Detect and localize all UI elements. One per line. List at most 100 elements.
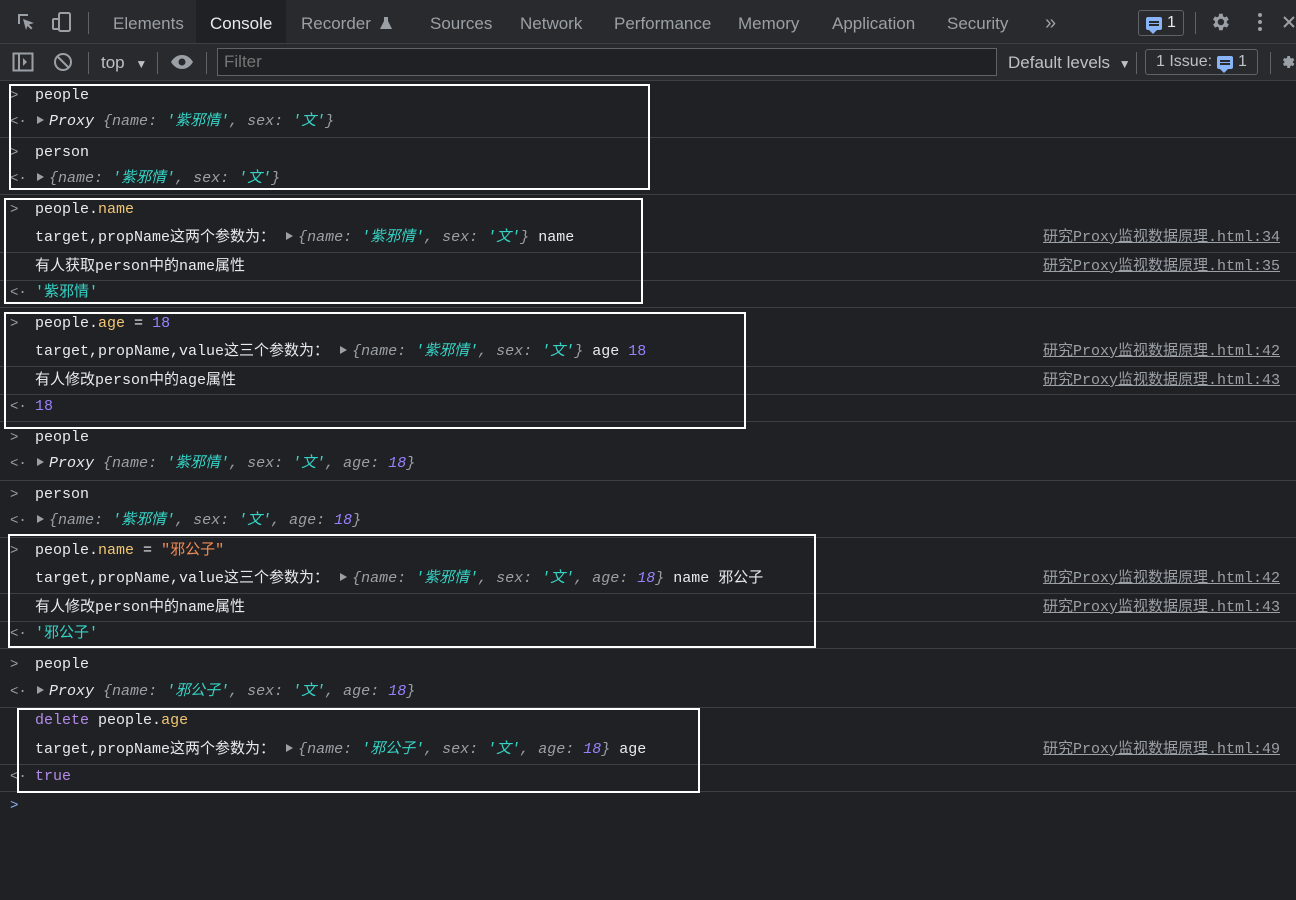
separator bbox=[88, 52, 89, 74]
console-log-row: 有人获取person中的name属性 研究Proxy监视数据原理.html:35 bbox=[0, 253, 1296, 281]
key: age bbox=[343, 683, 371, 700]
expr-keyword: delete bbox=[35, 712, 90, 729]
console-result-row: <· '紫邪情' bbox=[0, 281, 1296, 308]
more-tabs-icon[interactable]: » bbox=[1045, 0, 1056, 43]
value: '紫邪情' bbox=[166, 113, 230, 130]
console-prompt-row[interactable]: > bbox=[0, 795, 1296, 819]
console-log-row: 有人修改person中的name属性 研究Proxy监视数据原理.html:43 bbox=[0, 594, 1296, 622]
source-link[interactable]: 研究Proxy监视数据原理.html:42 bbox=[1043, 337, 1280, 367]
log-text: target,propName这两个参数为： bbox=[35, 229, 276, 246]
console-input: people bbox=[35, 656, 90, 673]
log-levels-dropdown[interactable]: Default levels ▼ bbox=[1008, 44, 1131, 83]
tab-network[interactable]: Network bbox=[520, 0, 582, 43]
clear-console-icon[interactable] bbox=[51, 50, 75, 74]
source-link[interactable]: 研究Proxy监视数据原理.html:49 bbox=[1043, 735, 1280, 765]
source-link[interactable]: 研究Proxy监视数据原理.html:43 bbox=[1043, 367, 1280, 395]
settings-gear-icon[interactable] bbox=[1208, 10, 1232, 34]
expr-prop: name bbox=[98, 201, 135, 218]
kebab-menu-icon[interactable] bbox=[1248, 10, 1272, 34]
input-chevron-icon: > bbox=[10, 543, 19, 559]
device-toolbar-icon[interactable] bbox=[50, 10, 74, 34]
expand-triangle-icon[interactable] bbox=[37, 515, 44, 523]
value: '紫邪情' bbox=[112, 170, 176, 187]
assign-value: "邪公子" bbox=[161, 542, 225, 559]
console-log-row: target,propName,value这三个参数为： {name: '紫邪情… bbox=[0, 337, 1296, 367]
separator bbox=[157, 52, 158, 74]
value: 18 bbox=[583, 741, 602, 758]
value: 18 bbox=[388, 683, 407, 700]
console-input: person bbox=[35, 144, 90, 161]
source-link[interactable]: 研究Proxy监视数据原理.html:43 bbox=[1043, 594, 1280, 622]
expand-triangle-icon[interactable] bbox=[37, 686, 44, 694]
sidebar-toggle-icon[interactable] bbox=[11, 50, 35, 74]
value: 18 bbox=[334, 512, 353, 529]
log-message: target,propName这两个参数为： {name: '邪公子', sex… bbox=[35, 735, 646, 765]
tab-memory[interactable]: Memory bbox=[738, 0, 799, 43]
console-settings-gear-icon[interactable] bbox=[1280, 50, 1296, 74]
source-link[interactable]: 研究Proxy监视数据原理.html:34 bbox=[1043, 223, 1280, 253]
dropdown-arrow-icon: ▼ bbox=[1118, 57, 1131, 71]
tab-sources[interactable]: Sources bbox=[430, 0, 492, 43]
key: sex bbox=[496, 343, 524, 360]
console-input-row: > people bbox=[0, 85, 1296, 113]
console-input-row: delete people.age bbox=[0, 710, 1296, 738]
obj-preview: {name: '紫邪情', sex: '文'} bbox=[352, 343, 584, 360]
log-number: 18 bbox=[628, 343, 647, 360]
console-result-row: <· Proxy {name: '紫邪情', sex: '文'} bbox=[0, 111, 1296, 138]
log-tail: age bbox=[592, 343, 620, 360]
close-devtools-icon[interactable] bbox=[1282, 10, 1296, 34]
result-arrow-icon: <· bbox=[10, 769, 27, 785]
input-chevron-icon: > bbox=[10, 487, 19, 503]
tab-security[interactable]: Security bbox=[947, 0, 1008, 43]
tab-application[interactable]: Application bbox=[832, 0, 915, 43]
tab-performance[interactable]: Performance bbox=[614, 0, 711, 43]
tab-recorder[interactable]: Recorder bbox=[301, 0, 392, 43]
console-result: {name: '紫邪情', sex: '文'} bbox=[35, 168, 280, 190]
expand-triangle-icon[interactable] bbox=[340, 346, 348, 354]
expr-prop: age bbox=[161, 712, 189, 729]
log-tail: age bbox=[619, 741, 647, 758]
expand-triangle-icon[interactable] bbox=[340, 573, 348, 581]
console-result: Proxy {name: '邪公子', sex: '文', age: 18} bbox=[35, 680, 415, 704]
expand-triangle-icon[interactable] bbox=[37, 116, 44, 124]
console-input: people bbox=[35, 429, 90, 446]
log-text: target,propName,value这三个参数为： bbox=[35, 570, 330, 587]
key: age bbox=[538, 741, 566, 758]
tab-elements[interactable]: Elements bbox=[113, 0, 184, 43]
separator bbox=[88, 12, 89, 34]
inspect-element-icon[interactable] bbox=[14, 10, 38, 34]
input-chevron-icon: > bbox=[10, 430, 19, 446]
issues-button[interactable]: 1 Issue: 1 bbox=[1145, 49, 1258, 75]
result-arrow-icon: <· bbox=[10, 171, 27, 187]
input-chevron-icon: > bbox=[10, 316, 19, 332]
obj-preview: {name: '邪公子', sex: '文', age: 18} bbox=[103, 683, 416, 700]
source-link[interactable]: 研究Proxy监视数据原理.html:35 bbox=[1043, 253, 1280, 281]
value: '紫邪情' bbox=[415, 570, 479, 587]
input-chevron-icon: > bbox=[10, 145, 19, 161]
expr-object: people bbox=[35, 542, 90, 559]
input-chevron-icon: > bbox=[10, 657, 19, 673]
input-chevron-icon: > bbox=[10, 88, 19, 104]
console-result: 18 bbox=[35, 398, 54, 415]
context-selector[interactable]: top ▼ bbox=[101, 44, 147, 83]
value: '邪公子' bbox=[166, 683, 230, 700]
result-arrow-icon: <· bbox=[10, 684, 27, 700]
expand-triangle-icon[interactable] bbox=[286, 232, 294, 240]
console-input-row: > people bbox=[0, 427, 1296, 455]
tab-console[interactable]: Console bbox=[196, 0, 287, 43]
key: sex bbox=[496, 570, 524, 587]
separator bbox=[1195, 12, 1196, 34]
expand-triangle-icon[interactable] bbox=[286, 744, 294, 752]
source-link[interactable]: 研究Proxy监视数据原理.html:42 bbox=[1043, 564, 1280, 594]
log-message: 有人获取person中的name属性 bbox=[35, 258, 246, 275]
log-tail: name 邪公子 bbox=[673, 570, 764, 587]
expand-triangle-icon[interactable] bbox=[37, 173, 44, 181]
key: name bbox=[112, 683, 149, 700]
issues-label: 1 Issue: bbox=[1156, 53, 1213, 70]
eye-icon[interactable] bbox=[170, 50, 194, 74]
filter-input[interactable] bbox=[217, 48, 997, 76]
messages-badge[interactable]: 1 bbox=[1138, 10, 1184, 36]
log-levels-label: Default levels bbox=[1008, 53, 1111, 72]
expand-triangle-icon[interactable] bbox=[37, 458, 44, 466]
console-result-row: <· {name: '紫邪情', sex: '文'} bbox=[0, 168, 1296, 195]
